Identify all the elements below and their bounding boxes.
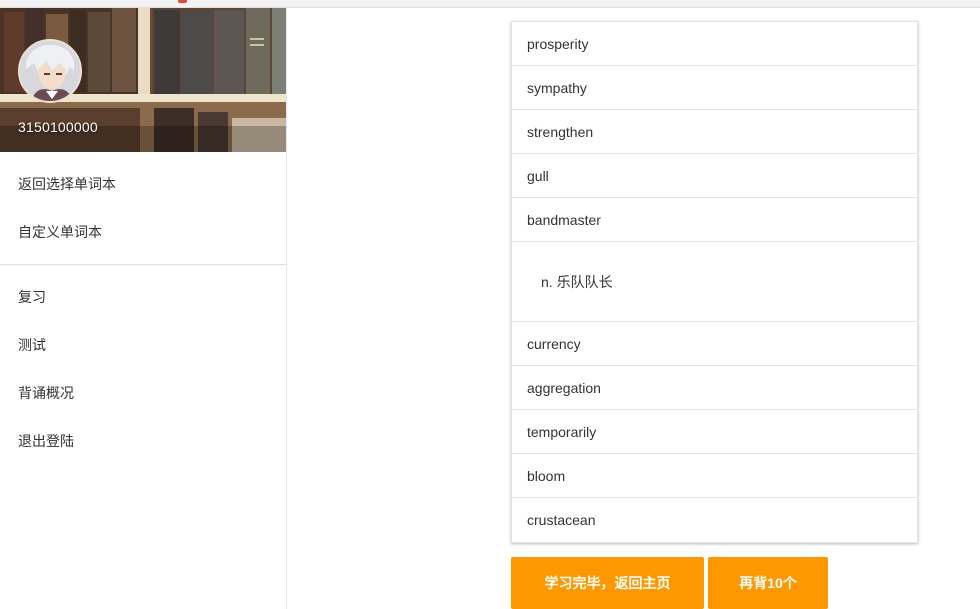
word-item[interactable]: bloom <box>512 454 917 498</box>
finish-and-return-home-button[interactable]: 学习完毕，返回主页 <box>511 557 704 609</box>
menu-item-back-to-wordbook-select[interactable]: 返回选择单词本 <box>0 160 286 208</box>
anime-avatar-image <box>20 41 80 101</box>
word-item[interactable]: gull <box>512 154 917 198</box>
menu-item-review[interactable]: 复习 <box>0 273 286 321</box>
word-item[interactable]: prosperity <box>512 22 917 66</box>
word-item[interactable]: currency <box>512 322 917 366</box>
menu-item-test[interactable]: 测试 <box>0 321 286 369</box>
avatar[interactable] <box>18 39 82 103</box>
sidebar: 3150100000 返回选择单词本 自定义单词本 复习 测试 背诵概况 退出登… <box>0 8 287 609</box>
word-item[interactable]: sympathy <box>512 66 917 110</box>
profile-header: 3150100000 <box>0 8 286 152</box>
word-list-card: prosperity sympathy strengthen gull band… <box>511 21 918 543</box>
menu-item-logout[interactable]: 退出登陆 <box>0 417 286 465</box>
tab-indicator <box>178 0 187 3</box>
menu-group-actions: 复习 测试 背诵概况 退出登陆 <box>0 265 286 473</box>
word-item[interactable]: aggregation <box>512 366 917 410</box>
word-item-expanded[interactable]: bandmaster <box>512 198 917 242</box>
menu-item-custom-wordbook[interactable]: 自定义单词本 <box>0 208 286 256</box>
word-definition: n. 乐队队长 <box>512 242 917 322</box>
word-item[interactable]: crustacean <box>512 498 917 542</box>
word-item[interactable]: strengthen <box>512 110 917 154</box>
browser-top-strip <box>0 0 980 8</box>
study-ten-more-button[interactable]: 再背10个 <box>708 557 828 609</box>
word-item[interactable]: temporarily <box>512 410 917 454</box>
menu-group-wordbooks: 返回选择单词本 自定义单词本 <box>0 152 286 264</box>
username: 3150100000 <box>18 119 98 135</box>
menu-item-progress-overview[interactable]: 背诵概况 <box>0 369 286 417</box>
